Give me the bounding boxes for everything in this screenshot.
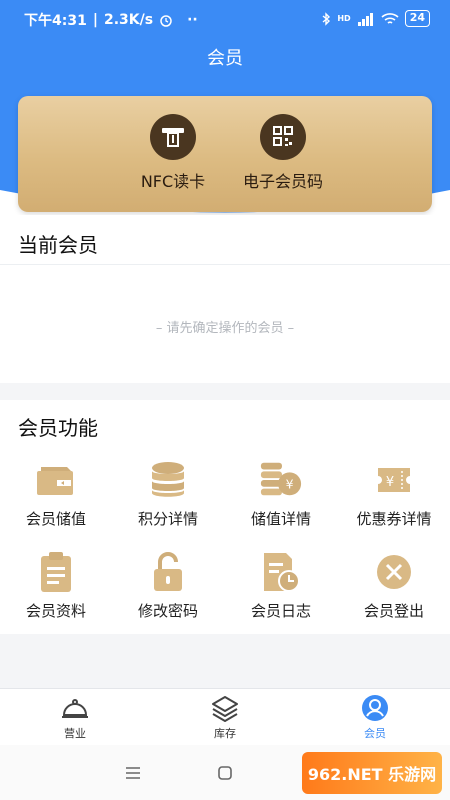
tab-business[interactable]: 营业 [0, 693, 150, 741]
points-detail-button[interactable]: 积分详情 [112, 458, 224, 529]
page-title: 会员 [207, 48, 243, 69]
status-time: 下午4:31 [24, 13, 87, 29]
menu-icon [126, 767, 140, 779]
member-logout-button[interactable]: 会员登出 [338, 550, 450, 621]
lock-icon [154, 552, 182, 591]
ticket-icon: ¥ [378, 468, 410, 492]
change-password-label: 修改密码 [137, 602, 198, 620]
home-button[interactable] [215, 763, 235, 783]
coupon-detail-label: 优惠券详情 [356, 510, 432, 528]
close-circle-icon [377, 555, 411, 589]
watermark-logo: 962.NET 乐游网 [302, 752, 442, 794]
recharge-button[interactable]: 会员储值 [0, 458, 112, 529]
yen-coins-icon: ¥ [260, 462, 302, 496]
recharge-label: 会员储值 [25, 510, 86, 528]
points-detail-label: 积分详情 [137, 510, 198, 528]
svg-text:¥: ¥ [286, 477, 294, 492]
member-profile-label: 会员资料 [25, 602, 86, 620]
status-bar: 下午4:31 | 2.3K/s ·· HD 24 [0, 0, 450, 36]
coupon-detail-button[interactable]: ¥ 优惠券详情 [338, 458, 450, 529]
member-profile-button[interactable]: 会员资料 [0, 550, 112, 621]
svg-text:¥: ¥ [386, 475, 394, 490]
battery-indicator: 24 [404, 10, 430, 27]
tab-member[interactable]: 会员 [300, 693, 450, 741]
qr-code-icon [273, 126, 293, 146]
signal-icon [357, 12, 373, 26]
member-functions-title: 会员功能 [18, 416, 98, 440]
user-icon [362, 695, 388, 721]
tab-inventory[interactable]: 库存 [150, 693, 300, 741]
wallet-icon [37, 467, 73, 495]
layers-icon [212, 696, 238, 722]
member-code-button[interactable]: 电子会员码 [213, 114, 353, 192]
home-square-icon [218, 766, 232, 780]
status-separator: | [92, 12, 98, 28]
member-logout-label: 会员登出 [363, 602, 424, 620]
status-dots: ·· [187, 12, 198, 28]
member-log-button[interactable]: 会员日志 [225, 550, 337, 621]
tab-member-label: 会员 [364, 727, 386, 740]
member-log-label: 会员日志 [250, 602, 311, 620]
divider [0, 264, 450, 265]
tab-inventory-label: 库存 [214, 727, 236, 740]
coin-stack-icon [152, 462, 184, 497]
member-placeholder: – 请先确定操作的会员 – [155, 321, 295, 336]
cloche-icon [62, 699, 88, 718]
member-card: NFC读卡 电子会员码 [18, 96, 432, 212]
status-speed: 2.3K/s [103, 12, 154, 28]
current-member-title: 当前会员 [18, 233, 98, 257]
nfc-card-icon [162, 128, 184, 147]
wifi-icon [381, 12, 399, 24]
bottom-nav: 营业 库存 会员 [0, 688, 450, 745]
change-password-button[interactable]: 修改密码 [112, 550, 224, 621]
stored-value-detail-label: 储值详情 [250, 510, 311, 528]
hd-badge: HD [337, 14, 351, 23]
current-member-section: 当前会员 – 请先确定操作的会员 – [0, 215, 450, 383]
alarm-icon [160, 15, 172, 27]
stored-value-detail-button[interactable]: ¥ 储值详情 [225, 458, 337, 529]
log-clock-icon [264, 553, 300, 592]
clipboard-icon [41, 552, 71, 592]
menu-button[interactable] [123, 763, 143, 783]
bluetooth-icon [322, 11, 331, 26]
member-code-label: 电子会员码 [242, 172, 323, 191]
tab-business-label: 营业 [64, 727, 86, 740]
